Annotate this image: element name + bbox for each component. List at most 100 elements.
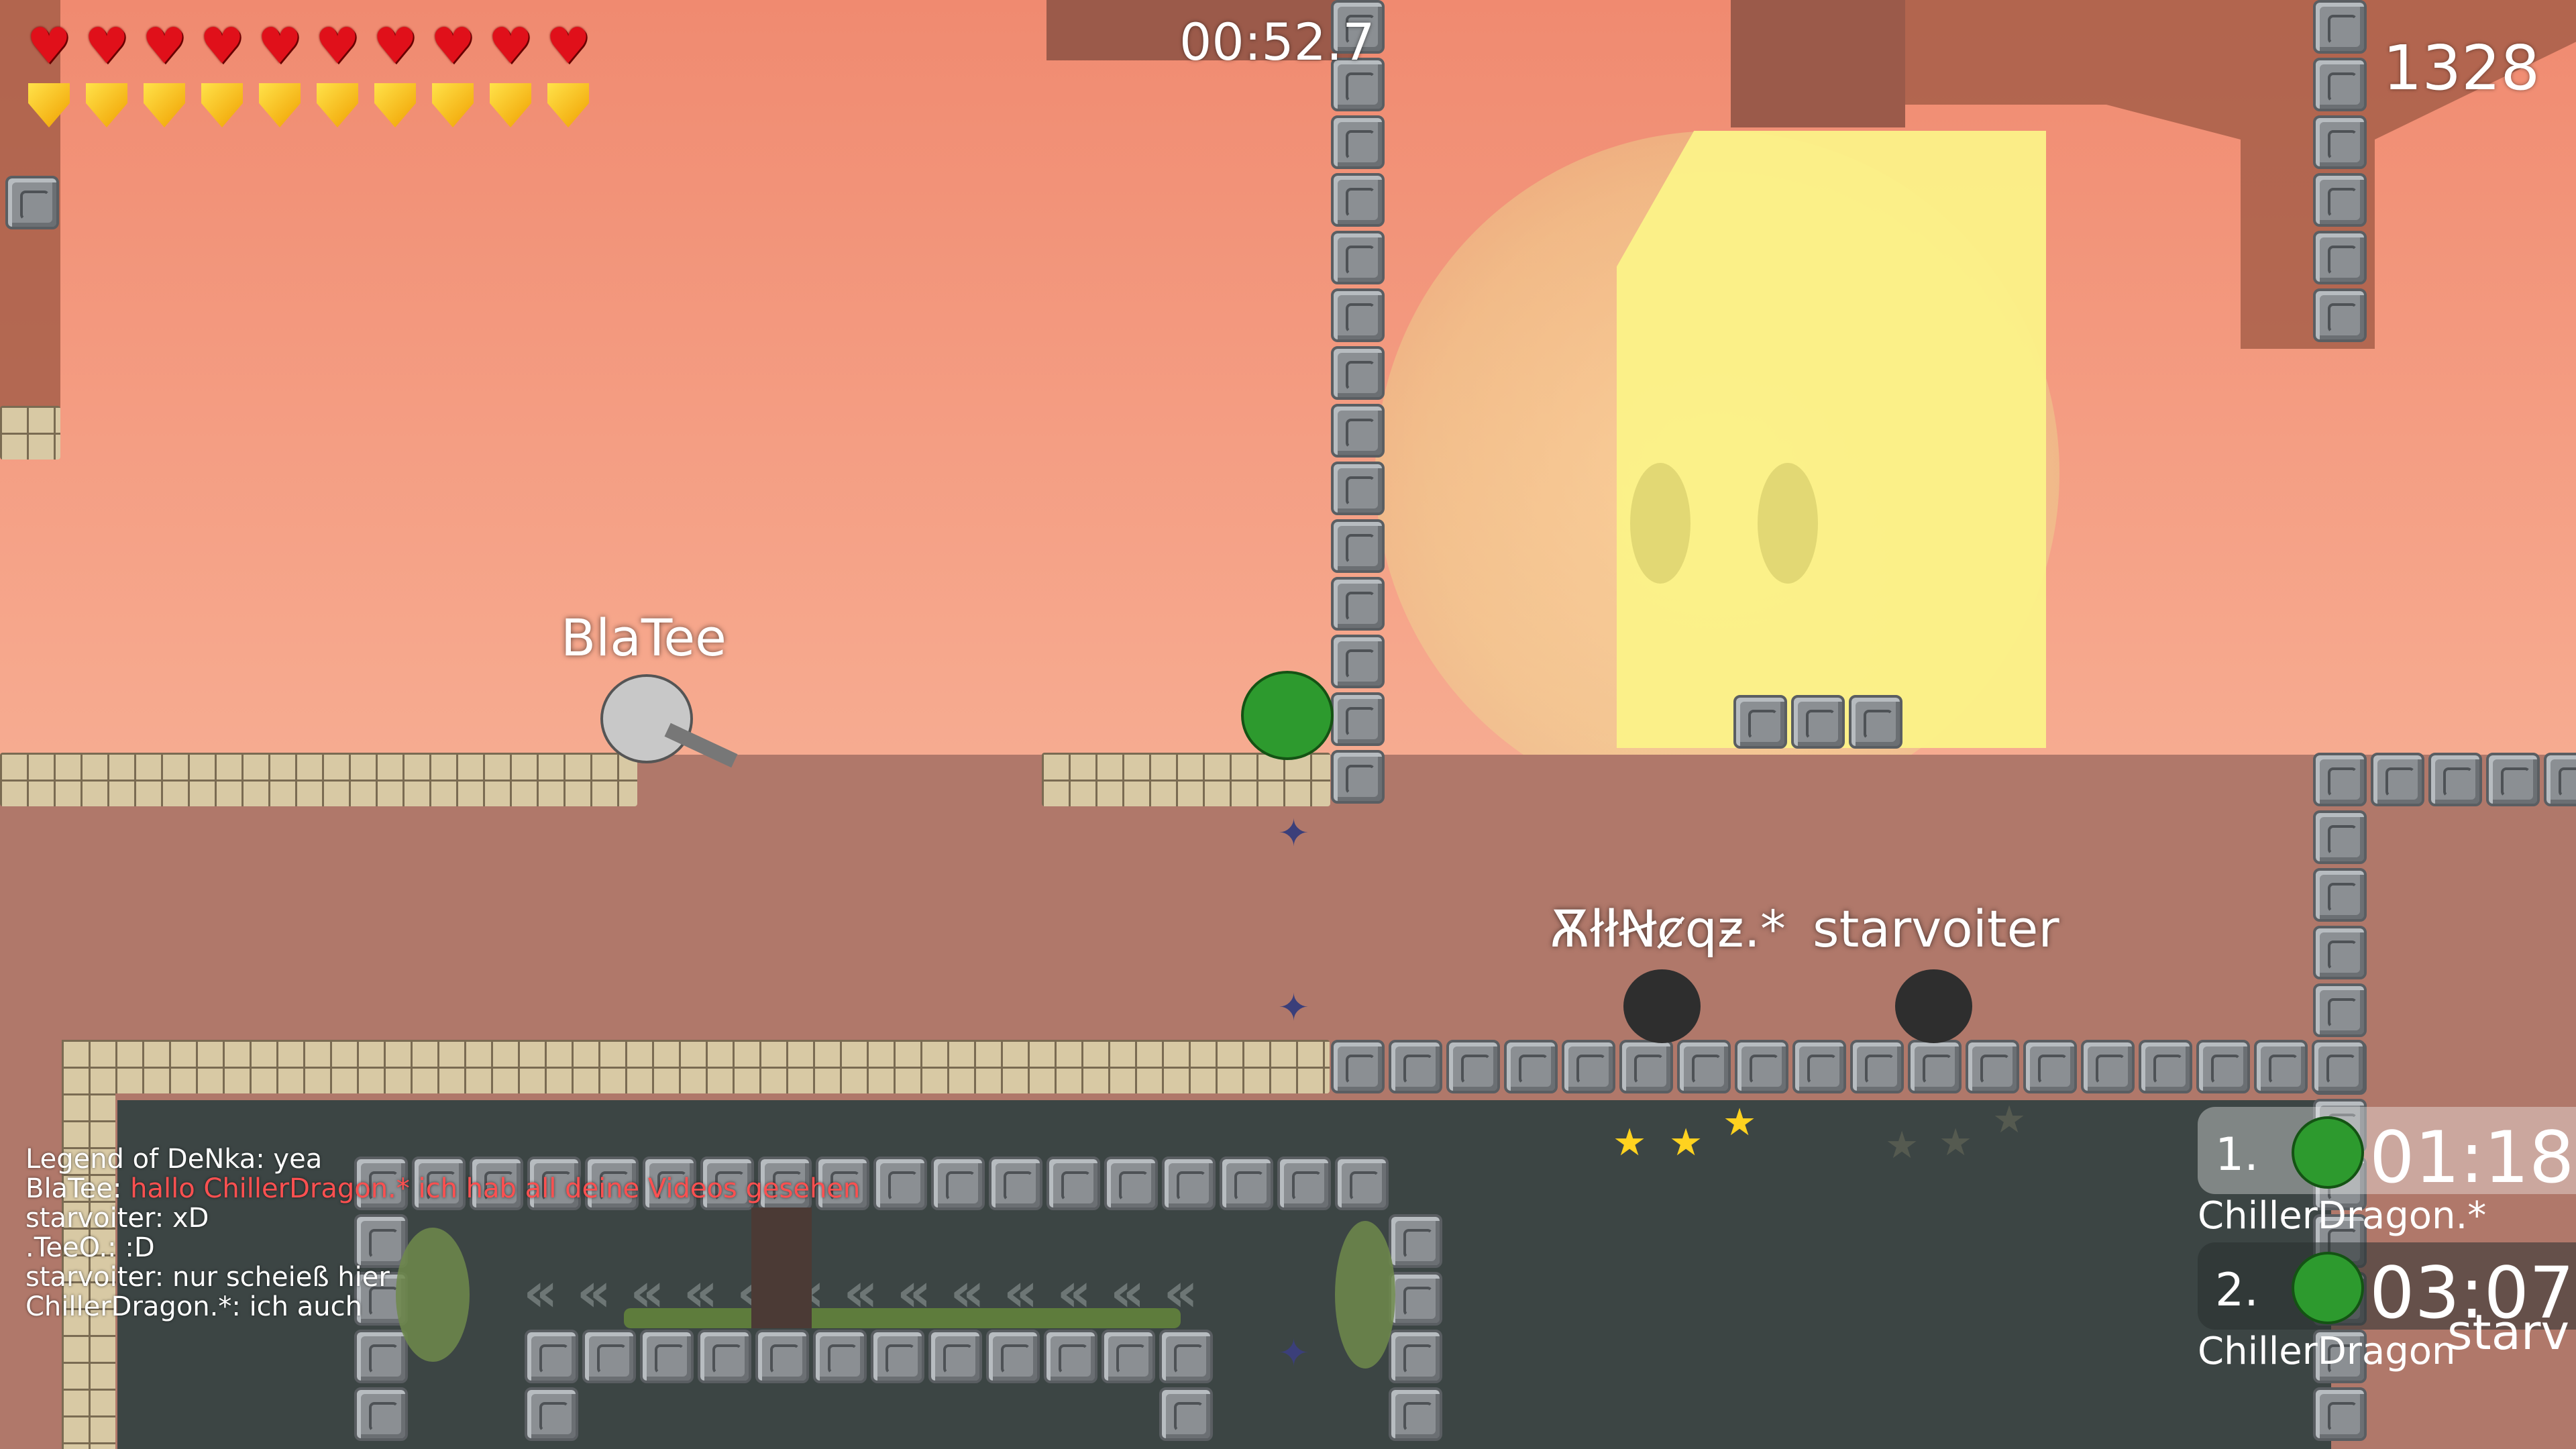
sun-eye-right	[1758, 463, 1818, 584]
bush	[1335, 1221, 1395, 1368]
heart-icon: ♥	[372, 17, 418, 75]
shuriken-icon: ✦	[1278, 1332, 1309, 1375]
stone-tile	[2313, 173, 2367, 227]
stone-tile	[1966, 1040, 2019, 1093]
stone-tile	[1335, 1157, 1389, 1210]
chat-message: Legend of DeNka: yea	[25, 1144, 860, 1174]
stone-tile	[1159, 1387, 1213, 1441]
heart-icon: ♥	[257, 17, 303, 75]
stone-tile	[2544, 753, 2576, 806]
stone-tile	[1389, 1330, 1442, 1383]
shield-icon	[311, 79, 364, 131]
brick-platform	[0, 753, 637, 806]
scoreboard-overlap-name: starv	[2447, 1304, 2570, 1360]
brick-block	[0, 406, 60, 460]
stone-tile	[873, 1157, 927, 1210]
stone-tile	[2313, 0, 2367, 54]
player-dark-tee	[1623, 969, 1701, 1043]
chat-message: ChillerDragon.*: ich auch	[25, 1292, 860, 1322]
stone-tile	[1162, 1157, 1216, 1210]
stone-tile	[525, 1387, 578, 1441]
race-timer: 00:52.7	[1179, 12, 1375, 72]
stone-tile	[1044, 1330, 1097, 1383]
chat-text: :D	[125, 1232, 155, 1263]
stone-tile	[989, 1157, 1042, 1210]
stone-tile	[931, 1157, 985, 1210]
scoreboard-entry: 1. 01:18 ChillerDragon.*	[2198, 1107, 2576, 1238]
stone-tile	[1277, 1157, 1331, 1210]
stone-tile	[1735, 1040, 1788, 1093]
stone-tile	[1446, 1040, 1500, 1093]
stone-tile	[1389, 1272, 1442, 1326]
stone-tile	[1908, 1040, 1962, 1093]
chat-message: BlaTee: hallo ChillerDragon.* ich hab al…	[25, 1174, 860, 1203]
stone-tile	[1619, 1040, 1673, 1093]
stone-tile	[2313, 288, 2367, 342]
stone-tile	[1331, 692, 1385, 746]
stone-tile	[1331, 231, 1385, 284]
stone-tile	[2081, 1040, 2135, 1093]
stone-tile	[2139, 1040, 2192, 1093]
stone-tile	[1791, 695, 1845, 749]
stone-tile	[1677, 1040, 1731, 1093]
stone-tile	[2428, 753, 2482, 806]
chat-message: .TeeO.: :D	[25, 1233, 860, 1263]
health-bar: ♥ ♥ ♥ ♥ ♥ ♥ ♥ ♥ ♥ ♥	[23, 20, 594, 72]
armor-bar	[23, 79, 594, 131]
star-icon: ★	[1992, 1098, 2027, 1142]
heart-icon: ♥	[488, 17, 533, 75]
stone-tile	[1331, 115, 1385, 169]
stone-tile	[1159, 1330, 1213, 1383]
star-icon: ★	[1613, 1121, 1647, 1165]
star-icon: ★	[1939, 1121, 1973, 1165]
chat-message: starvoiter: nur scheieß hier	[25, 1263, 860, 1292]
stone-tile	[1331, 750, 1385, 804]
stone-tile	[1102, 1330, 1155, 1383]
stone-tile	[1849, 695, 1902, 749]
shield-icon	[542, 79, 594, 131]
stone-tile	[1331, 577, 1385, 631]
stone-tile	[2313, 753, 2367, 806]
brick-platform	[62, 1040, 1330, 1093]
stone-tile	[2313, 115, 2367, 169]
stone-tile	[1331, 346, 1385, 400]
shuriken-icon: ✦	[1278, 812, 1309, 855]
shuriken-icon: ✦	[1278, 986, 1309, 1030]
stone-tile	[354, 1387, 408, 1441]
shield-icon	[80, 79, 133, 131]
background-shape	[1731, 0, 1905, 127]
heart-icon: ♥	[430, 17, 476, 75]
chat-author: Legend of DeNka:	[25, 1144, 274, 1175]
stone-tile	[1331, 519, 1385, 573]
heart-icon: ♥	[26, 17, 72, 75]
chat-text: hallo ChillerDragon.* ich hab all deine …	[130, 1173, 861, 1204]
heart-icon: ♥	[545, 17, 591, 75]
stone-tile	[2313, 810, 2367, 864]
stone-tile	[1733, 695, 1787, 749]
stone-tile	[2313, 868, 2367, 922]
stone-tile	[640, 1330, 694, 1383]
player-name-starvoiter: starvoiter	[1813, 899, 2059, 959]
stone-tile	[1331, 635, 1385, 688]
stone-tile	[2313, 231, 2367, 284]
player-green-tee	[1241, 671, 1334, 760]
stone-tile	[1562, 1040, 1615, 1093]
chat-author: starvoiter:	[25, 1203, 172, 1234]
chat-author: ChillerDragon.*:	[25, 1291, 250, 1322]
stone-tile	[2486, 753, 2540, 806]
stone-tile	[1220, 1157, 1273, 1210]
stone-tile	[2313, 1387, 2367, 1441]
stone-tile	[928, 1330, 982, 1383]
shield-icon	[369, 79, 421, 131]
star-icon: ★	[1885, 1124, 1919, 1167]
stone-tile	[2312, 1040, 2365, 1093]
player-avatar	[2292, 1252, 2364, 1324]
scoreboard-player-name: ChillerDragon	[2198, 1330, 2456, 1373]
stone-tile	[2196, 1040, 2250, 1093]
chat-message: starvoiter: xD	[25, 1203, 860, 1233]
stone-tile	[2313, 926, 2367, 979]
stone-tile	[2254, 1040, 2308, 1093]
scoreboard-player-name: ChillerDragon.*	[2198, 1194, 2487, 1238]
stone-tile	[1331, 462, 1385, 515]
stone-tile	[1792, 1040, 1846, 1093]
